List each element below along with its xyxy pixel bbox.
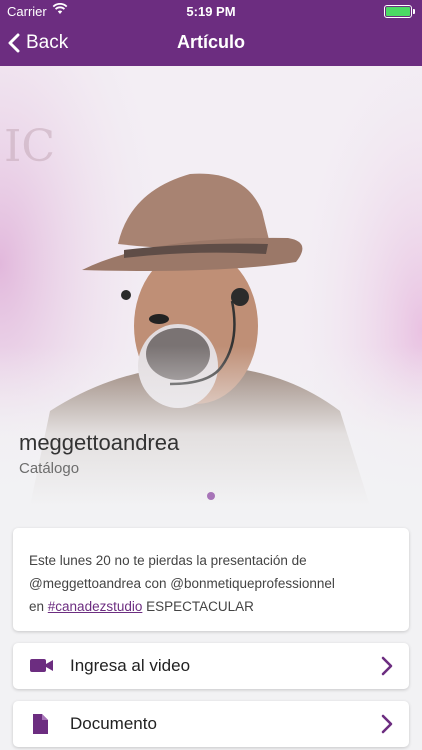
status-bar: Carrier 5:19 PM xyxy=(0,0,422,22)
description-card: Este lunes 20 no te pierdas la presentac… xyxy=(13,528,409,631)
hashtag-link[interactable]: #canadezstudio xyxy=(48,599,143,614)
hero-image[interactable]: IC meggettoandrea Catálogo xyxy=(0,66,422,506)
document-row-button[interactable]: Documento xyxy=(13,701,409,747)
document-row-label: Documento xyxy=(70,714,157,733)
battery-icon xyxy=(384,5,415,18)
description-line-3-suffix: ESPECTACULAR xyxy=(142,599,254,614)
description-line-3-prefix: en xyxy=(29,599,48,614)
hero-subtitle: Catálogo xyxy=(19,460,80,477)
hero-fade-overlay xyxy=(0,346,422,506)
hero-title: meggettoandrea xyxy=(19,430,180,455)
navigation-bar: Carrier 5:19 PM Back Artículo xyxy=(0,0,422,66)
svg-text:IC: IC xyxy=(4,121,55,172)
chevron-right-icon xyxy=(381,714,393,739)
description-line-1: Este lunes 20 no te pierdas la presentac… xyxy=(29,553,307,568)
description-text: Este lunes 20 no te pierdas la presentac… xyxy=(29,549,401,618)
document-icon xyxy=(29,713,51,740)
video-camera-icon xyxy=(29,655,55,680)
video-row-label: Ingresa al video xyxy=(70,656,191,675)
status-time: 5:19 PM xyxy=(186,4,236,19)
video-row-button[interactable]: Ingresa al video xyxy=(13,643,409,689)
page-indicator-dot[interactable] xyxy=(207,492,215,500)
page-title: Artículo xyxy=(176,32,245,52)
description-line-2: @meggettoandrea con @bonmetiqueprofessio… xyxy=(29,576,335,591)
chevron-right-icon xyxy=(381,656,393,681)
